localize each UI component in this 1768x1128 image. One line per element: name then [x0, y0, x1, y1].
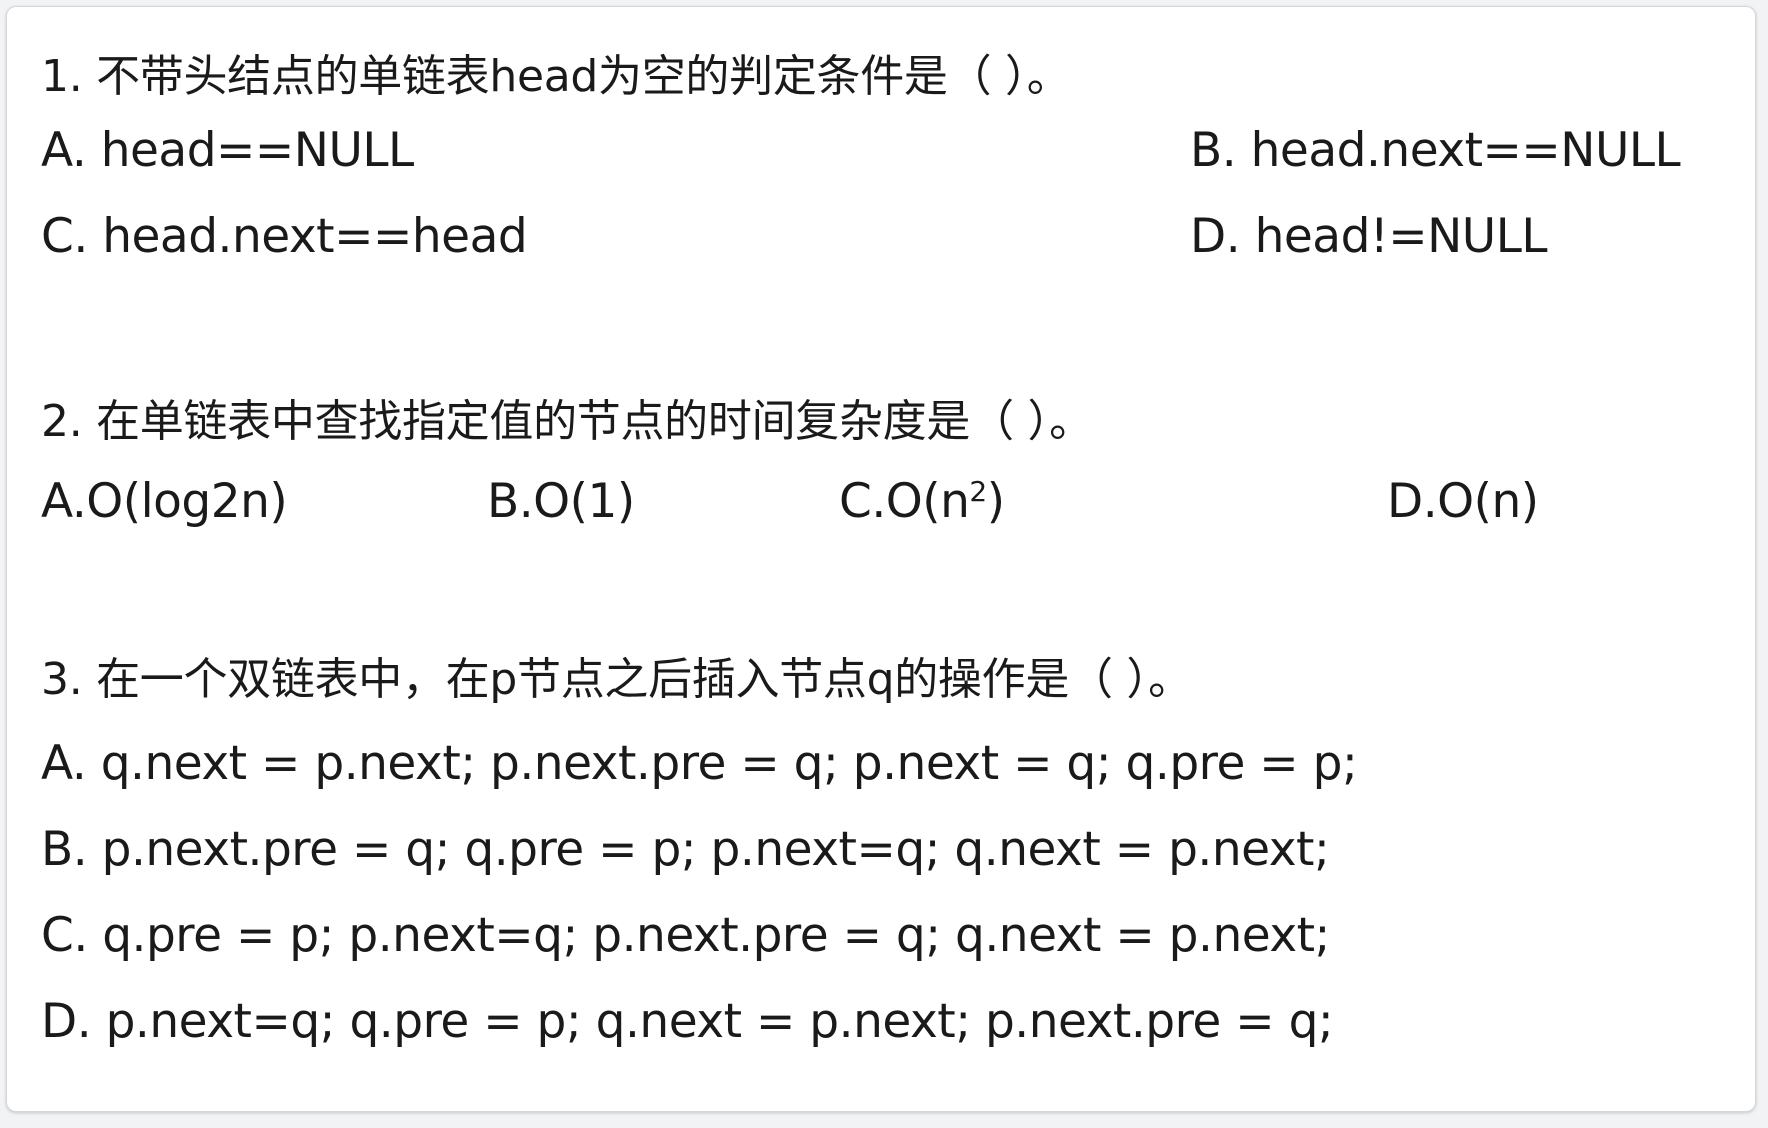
question-2-option-c-base: C.O(n — [839, 474, 970, 529]
question-3-option-c[interactable]: C. q.pre = p; p.next=q; p.next.pre = q; … — [41, 906, 1330, 966]
question-1-option-c[interactable]: C. head.next==head — [41, 207, 528, 267]
question-2-option-c[interactable]: C.O(n2) — [839, 472, 1005, 532]
question-3-option-b[interactable]: B. p.next.pre = q; q.pre = p; p.next=q; … — [41, 820, 1330, 880]
question-1-option-b[interactable]: B. head.next==NULL — [1190, 121, 1681, 181]
question-card: 1. 不带头结点的单链表head为空的判定条件是（ ）。 A. head==NU… — [6, 6, 1756, 1112]
question-1-stem: 1. 不带头结点的单链表head为空的判定条件是（ ）。 — [41, 51, 1071, 102]
question-2-option-c-exponent: 2 — [969, 475, 987, 508]
question-3-option-d[interactable]: D. p.next=q; q.pre = p; q.next = p.next;… — [41, 992, 1334, 1052]
question-3-stem: 3. 在一个双链表中，在p节点之后插入节点q的操作是（ ）。 — [41, 654, 1192, 705]
question-1-option-a[interactable]: A. head==NULL — [41, 121, 414, 181]
question-2-option-b[interactable]: B.O(1) — [487, 472, 635, 532]
question-3-option-a[interactable]: A. q.next = p.next; p.next.pre = q; p.ne… — [41, 734, 1358, 794]
question-2-option-d[interactable]: D.O(n) — [1387, 472, 1539, 532]
question-2-option-a[interactable]: A.O(log2n) — [41, 472, 288, 532]
question-2-stem: 2. 在单链表中查找指定值的节点的时间复杂度是（ ）。 — [41, 396, 1093, 447]
question-2-option-c-close: ) — [986, 474, 1005, 529]
question-1-option-d[interactable]: D. head!=NULL — [1190, 207, 1548, 267]
